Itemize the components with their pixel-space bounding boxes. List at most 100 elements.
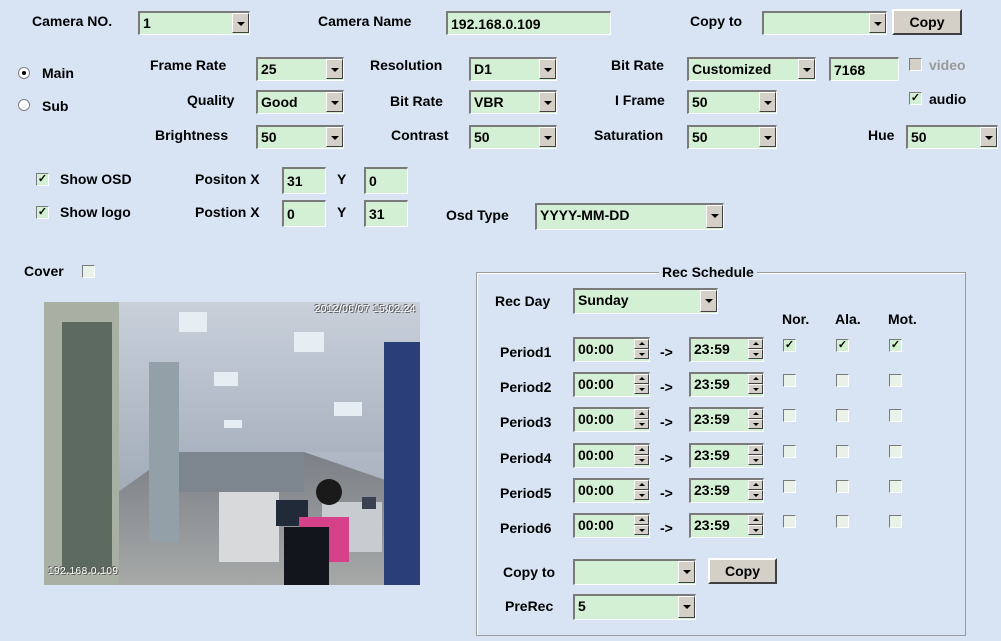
period-start-time[interactable]: 00:00 xyxy=(573,513,650,538)
sub-stream-radio[interactable] xyxy=(18,99,30,111)
period-nor-checkbox[interactable] xyxy=(783,374,796,387)
osd-x-input[interactable] xyxy=(282,167,326,194)
main-stream-radio[interactable] xyxy=(18,67,30,79)
period-ala-checkbox[interactable] xyxy=(836,480,849,493)
spin-up-icon[interactable] xyxy=(634,374,649,384)
period-start-time[interactable]: 00:00 xyxy=(573,407,650,432)
audio-checkbox[interactable]: ✓ xyxy=(909,92,922,105)
spin-up-icon[interactable] xyxy=(748,374,763,384)
period-end-time[interactable]: 23:59 xyxy=(689,337,764,362)
schedule-copy-button[interactable]: Copy xyxy=(708,558,777,584)
bit-rate-type-select[interactable]: Customized xyxy=(687,57,816,81)
spin-up-icon[interactable] xyxy=(634,409,649,419)
spin-down-icon[interactable] xyxy=(634,490,649,500)
cover-checkbox[interactable] xyxy=(82,265,95,278)
period-mot-checkbox[interactable] xyxy=(889,409,902,422)
spin-down-icon[interactable] xyxy=(634,525,649,535)
spin-up-icon[interactable] xyxy=(748,480,763,490)
logo-x-input[interactable] xyxy=(282,200,326,227)
chevron-down-icon[interactable] xyxy=(798,59,815,79)
period-ala-checkbox[interactable]: ✓ xyxy=(836,339,849,352)
resolution-select[interactable]: D1 xyxy=(469,57,557,81)
bit-rate-custom-input[interactable] xyxy=(829,57,899,81)
spin-down-icon[interactable] xyxy=(748,455,763,465)
chevron-down-icon[interactable] xyxy=(759,92,776,112)
spin-up-icon[interactable] xyxy=(748,515,763,525)
chevron-down-icon[interactable] xyxy=(706,205,723,228)
show-osd-checkbox[interactable]: ✓ xyxy=(36,173,49,186)
chevron-down-icon[interactable] xyxy=(980,127,997,147)
camera-no-select[interactable]: 1 xyxy=(138,11,250,35)
period-ala-checkbox[interactable] xyxy=(836,445,849,458)
period-mot-checkbox[interactable] xyxy=(889,374,902,387)
contrast-select[interactable]: 50 xyxy=(469,125,557,149)
period-nor-checkbox[interactable] xyxy=(783,409,796,422)
bit-rate-mode-select[interactable]: VBR xyxy=(469,90,557,114)
spin-down-icon[interactable] xyxy=(748,384,763,394)
period-end-time[interactable]: 23:59 xyxy=(689,372,764,397)
period-ala-checkbox[interactable] xyxy=(836,374,849,387)
spin-up-icon[interactable] xyxy=(634,480,649,490)
brightness-select[interactable]: 50 xyxy=(256,125,344,149)
chevron-down-icon[interactable] xyxy=(232,13,249,33)
quality-select[interactable]: Good xyxy=(256,90,344,114)
period-end-time[interactable]: 23:59 xyxy=(689,443,764,468)
rec-day-select[interactable]: Sunday xyxy=(573,288,718,314)
spin-up-icon[interactable] xyxy=(634,515,649,525)
spin-down-icon[interactable] xyxy=(634,384,649,394)
camera-name-input[interactable] xyxy=(446,11,611,35)
spin-up-icon[interactable] xyxy=(634,445,649,455)
period-mot-checkbox[interactable]: ✓ xyxy=(889,339,902,352)
period-start-time[interactable]: 00:00 xyxy=(573,478,650,503)
spin-down-icon[interactable] xyxy=(748,349,763,359)
osd-type-select[interactable]: YYYY-MM-DD xyxy=(535,203,724,230)
period-mot-checkbox[interactable] xyxy=(889,515,902,528)
copy-button[interactable]: Copy xyxy=(892,9,962,35)
video-checkbox[interactable] xyxy=(909,58,922,71)
prerec-select[interactable]: 5 xyxy=(573,594,696,620)
period-nor-checkbox[interactable]: ✓ xyxy=(783,339,796,352)
saturation-select[interactable]: 50 xyxy=(687,125,777,149)
spin-up-icon[interactable] xyxy=(748,409,763,419)
iframe-select[interactable]: 50 xyxy=(687,90,777,114)
frame-rate-select[interactable]: 25 xyxy=(256,57,344,81)
period-mot-checkbox[interactable] xyxy=(889,445,902,458)
chevron-down-icon[interactable] xyxy=(326,92,343,112)
chevron-down-icon[interactable] xyxy=(869,13,886,33)
period-start-time[interactable]: 00:00 xyxy=(573,337,650,362)
chevron-down-icon[interactable] xyxy=(326,127,343,147)
spin-down-icon[interactable] xyxy=(634,455,649,465)
chevron-down-icon[interactable] xyxy=(678,561,695,583)
schedule-copy-to-select[interactable] xyxy=(573,559,696,585)
period-nor-checkbox[interactable] xyxy=(783,515,796,528)
spin-up-icon[interactable] xyxy=(748,339,763,349)
period-ala-checkbox[interactable] xyxy=(836,409,849,422)
spin-down-icon[interactable] xyxy=(748,490,763,500)
chevron-down-icon[interactable] xyxy=(539,127,556,147)
chevron-down-icon[interactable] xyxy=(700,290,717,312)
period-end-time[interactable]: 23:59 xyxy=(689,407,764,432)
show-logo-checkbox[interactable]: ✓ xyxy=(36,206,49,219)
spin-down-icon[interactable] xyxy=(748,525,763,535)
hue-select[interactable]: 50 xyxy=(906,125,998,149)
period-mot-checkbox[interactable] xyxy=(889,480,902,493)
period-start-time[interactable]: 00:00 xyxy=(573,443,650,468)
copy-to-select[interactable] xyxy=(762,11,887,35)
chevron-down-icon[interactable] xyxy=(759,127,776,147)
chevron-down-icon[interactable] xyxy=(539,92,556,112)
logo-y-input[interactable] xyxy=(364,200,408,227)
period-nor-checkbox[interactable] xyxy=(783,445,796,458)
period-end-time[interactable]: 23:59 xyxy=(689,513,764,538)
chevron-down-icon[interactable] xyxy=(539,59,556,79)
spin-up-icon[interactable] xyxy=(748,445,763,455)
spin-down-icon[interactable] xyxy=(634,419,649,429)
spin-up-icon[interactable] xyxy=(634,339,649,349)
chevron-down-icon[interactable] xyxy=(678,596,695,618)
period-ala-checkbox[interactable] xyxy=(836,515,849,528)
chevron-down-icon[interactable] xyxy=(326,59,343,79)
period-end-time[interactable]: 23:59 xyxy=(689,478,764,503)
period-nor-checkbox[interactable] xyxy=(783,480,796,493)
camera-preview[interactable]: 2012/06/07 15:02:24 192.168.0.109 xyxy=(44,302,420,585)
spin-down-icon[interactable] xyxy=(748,419,763,429)
osd-y-input[interactable] xyxy=(364,167,408,194)
